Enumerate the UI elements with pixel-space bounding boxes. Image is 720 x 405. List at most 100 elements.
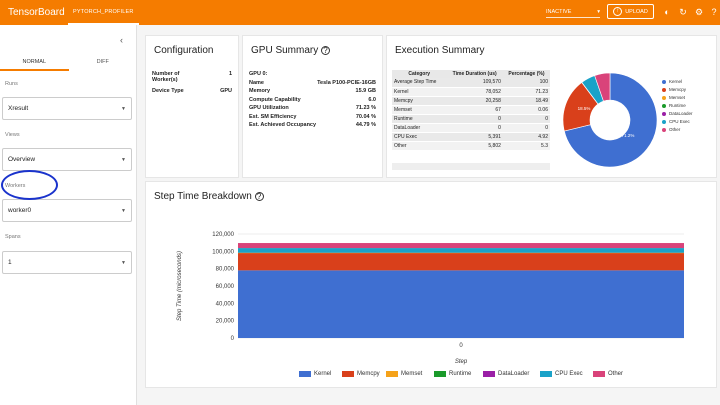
legend-item[interactable]: DataLoader: [662, 111, 693, 116]
upload-label: UPLOAD: [625, 8, 648, 15]
chevron-down-icon: ▼: [121, 207, 126, 214]
duration-cell: 78,052: [446, 87, 503, 97]
bar-segment-kernel[interactable]: [238, 270, 684, 338]
legend-item[interactable]: Kernel: [662, 79, 682, 84]
execution-summary-table: Category Time Duration (us) Percentage (…: [392, 70, 550, 151]
run-status-select[interactable]: INACTIVE ▾: [546, 6, 600, 18]
gpu-key: Est. SM Efficiency: [249, 113, 297, 120]
legend-label: Other: [669, 127, 681, 132]
x-axis-label: Step: [455, 359, 468, 365]
upload-button[interactable]: ↑ UPLOAD: [607, 4, 654, 19]
category-cell: CPU Exec: [392, 132, 447, 142]
legend-item[interactable]: Memset: [662, 95, 685, 100]
help-circle-icon[interactable]: ?: [321, 46, 331, 55]
tab-pytorch-profiler[interactable]: PYTORCH_PROFILER: [68, 0, 139, 25]
gpu-key: GPU Utilization: [249, 105, 289, 111]
percentage-cell: 4.92: [502, 132, 550, 142]
legend-item[interactable]: Runtime: [662, 103, 686, 108]
y-axis-label: Step Time (microseconds): [177, 251, 183, 321]
category-cell: DataLoader: [392, 123, 447, 133]
views-value: Overview: [8, 156, 36, 163]
column-header[interactable]: Percentage (%): [502, 70, 550, 78]
legend-swatch-icon: [593, 371, 605, 377]
gpu-value: Tesla P100-PCIE-16GB: [317, 79, 376, 86]
bar-segment-other[interactable]: [238, 243, 684, 249]
legend-item[interactable]: Memcpy: [662, 87, 686, 92]
app-title: TensorBoard: [8, 7, 65, 18]
category-cell: Memcpy: [392, 96, 447, 106]
workers-select[interactable]: worker0 ▼: [2, 199, 132, 222]
theme-toggle-icon[interactable]: ◐: [662, 7, 672, 17]
pie-label-kernel: 71.2%: [622, 133, 635, 138]
chevron-left-icon[interactable]: ‹: [120, 35, 123, 45]
percentage-cell: 71.23: [502, 87, 550, 97]
config-value: GPU: [220, 88, 232, 94]
legend-item[interactable]: Other: [593, 371, 623, 377]
legend-label: CPU Exec: [555, 371, 583, 377]
legend-label: DataLoader: [498, 371, 530, 377]
config-key: Number of Worker(s): [152, 71, 180, 83]
help-circle-icon[interactable]: ?: [254, 192, 264, 201]
execution-pie-chart: 71.2% 18.5%: [562, 72, 658, 168]
chevron-down-icon: ▼: [121, 259, 126, 266]
legend-label: Memcpy: [669, 87, 687, 92]
legend-item[interactable]: Other: [662, 127, 680, 132]
upload-icon: ↑: [613, 7, 623, 16]
table-horizontal-scrollbar[interactable]: [392, 163, 550, 170]
table-row: Runtime 0 0: [392, 114, 550, 124]
legend-item[interactable]: Kernel: [299, 371, 331, 377]
spans-select[interactable]: 1 ▼: [2, 251, 132, 274]
legend-item[interactable]: Memset: [386, 371, 422, 377]
legend-dot-icon: [662, 79, 666, 84]
gpu-key: Memory: [249, 88, 271, 94]
gpu-row: Est. Achieved Occupancy 44.79 %: [249, 122, 376, 131]
gpu-key: Name: [249, 79, 264, 86]
legend-label: Memset: [669, 95, 686, 100]
legend-swatch-icon: [483, 371, 495, 377]
table-header-row: Category Time Duration (us) Percentage (…: [392, 70, 550, 78]
percentage-cell: 100: [502, 78, 550, 88]
column-header[interactable]: Time Duration (us): [446, 70, 503, 78]
legend-dot-icon: [662, 103, 666, 108]
legend-dot-icon: [662, 87, 666, 92]
legend-item[interactable]: DataLoader: [483, 371, 529, 377]
legend-label: DataLoader: [669, 111, 693, 116]
legend-item[interactable]: CPU Exec: [662, 119, 690, 124]
table-row: Other 5,802 5.3: [392, 141, 550, 151]
percentage-cell: 18.49: [502, 96, 550, 106]
highlight-ellipse-annotation: [1, 170, 58, 200]
tab-diff[interactable]: DIFF: [69, 55, 138, 71]
column-header[interactable]: Category: [392, 70, 447, 78]
chevron-down-icon: ▾: [597, 8, 600, 15]
configuration-list: Number of Worker(s) 1 Device Type GPU: [152, 71, 232, 97]
refresh-icon[interactable]: ↻: [678, 7, 688, 17]
bar-segment-memcpy[interactable]: [238, 252, 684, 271]
config-row: Number of Worker(s) 1: [152, 71, 232, 88]
step-time-bar-chart: 120,000 100,000 80,000 60,000 40,000 20,000 0 0…: [177, 232, 684, 365]
legend-swatch-icon: [540, 371, 552, 377]
legend-item[interactable]: Runtime: [434, 371, 471, 377]
settings-gear-icon[interactable]: ⚙: [694, 7, 704, 17]
tab-normal[interactable]: NORMAL: [0, 55, 69, 71]
legend-swatch-icon: [299, 371, 311, 377]
gpu-row: Memory 15.9 GB: [249, 88, 376, 97]
configuration-card: Configuration: [145, 35, 239, 178]
bar-segment-cpu-exec[interactable]: [238, 248, 684, 253]
percentage-cell: 0: [502, 123, 550, 133]
sidebar-tabs: NORMAL DIFF: [0, 55, 137, 71]
legend-label: Kernel: [669, 79, 683, 84]
legend-swatch-icon: [386, 371, 398, 377]
legend-item[interactable]: CPU Exec: [540, 371, 583, 377]
table-row: DataLoader 0 0: [392, 123, 550, 133]
gpu-summary-list: GPU 0: Name Tesla P100-PCIE-16GB Memory 15…: [249, 71, 376, 131]
legend-item[interactable]: Memcpy: [342, 371, 380, 377]
bar-segment-memset[interactable]: [238, 252, 684, 254]
x-tick-label: 0: [459, 343, 463, 349]
legend-label: Runtime: [669, 103, 686, 108]
category-cell: Kernel: [392, 87, 447, 97]
help-icon[interactable]: ?: [709, 7, 719, 17]
runs-select[interactable]: Xresult ▼: [2, 97, 132, 120]
table-row: CPU Exec 5,391 4.92: [392, 132, 550, 142]
spans-value: 1: [8, 259, 12, 266]
views-select[interactable]: Overview ▼: [2, 148, 132, 171]
